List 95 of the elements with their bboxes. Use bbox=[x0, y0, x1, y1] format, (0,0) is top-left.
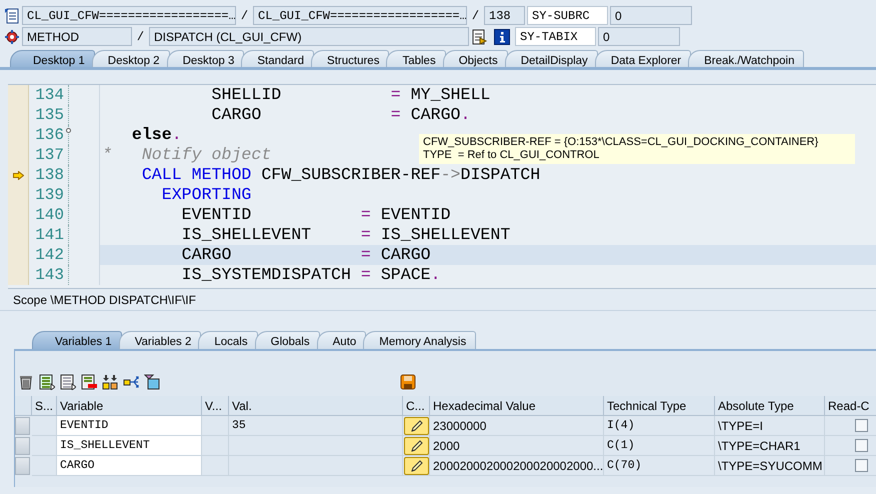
list-remove-icon[interactable] bbox=[81, 374, 97, 390]
tab[interactable]: Globals bbox=[254, 331, 320, 349]
split-arrow-icon[interactable] bbox=[123, 374, 139, 390]
column-header[interactable]: V... bbox=[202, 396, 229, 416]
code-line: CARGO = CARGO bbox=[180, 245, 431, 265]
pencil-icon bbox=[410, 459, 424, 473]
tab[interactable]: Tables bbox=[386, 50, 446, 67]
tab[interactable]: Locals bbox=[198, 331, 258, 349]
program-field: CL_GUI_CFW==================… bbox=[22, 6, 236, 25]
line-number: 139 bbox=[29, 185, 69, 205]
table-cell: \TYPE=SYUCOMM bbox=[715, 456, 825, 476]
table-cell: 35 bbox=[229, 416, 403, 436]
system-field-name: SY-SUBRC bbox=[527, 6, 608, 25]
table-cell: \TYPE=CHAR1 bbox=[715, 436, 825, 456]
table-cell: 23000000 bbox=[430, 416, 604, 436]
table-cell: I(4) bbox=[604, 416, 715, 436]
column-header[interactable]: C... bbox=[403, 396, 430, 416]
code-line: * Notify object bbox=[101, 145, 272, 165]
code-line: SHELLID = MY_SHELL bbox=[210, 85, 490, 105]
tab[interactable]: Variables 2 bbox=[118, 331, 202, 349]
read-only-checkbox[interactable] bbox=[855, 419, 868, 432]
code-line: IS_SHELLEVENT = IS_SHELLEVENT bbox=[180, 225, 510, 245]
gear-icon bbox=[4, 28, 20, 44]
value-tooltip: CFW_SUBSCRIBER-REF = {O:153*\CLASS=CL_GUI_DOCKING_CONTAINER} TYPE = Ref to CL_GUI_CONTROL bbox=[419, 134, 855, 164]
code-line: EXPORTING bbox=[160, 185, 252, 205]
code-line: CARGO = CARGO. bbox=[210, 105, 470, 125]
gutter-cell[interactable] bbox=[8, 85, 29, 105]
include-field: CL_GUI_CFW==================… bbox=[253, 6, 467, 25]
filter-box-icon[interactable] bbox=[144, 374, 160, 390]
column-header[interactable]: Technical Type bbox=[604, 396, 715, 416]
table-cell: C(1) bbox=[604, 436, 715, 456]
table-cell: 200020002000200020002000... bbox=[430, 456, 604, 476]
tab[interactable]: Memory Analysis bbox=[363, 331, 476, 349]
column-header[interactable]: Hexadecimal Value bbox=[430, 396, 604, 416]
tab[interactable]: Auto bbox=[316, 331, 366, 349]
scope-text: Scope \METHOD DISPATCH\IF\IF bbox=[13, 293, 196, 307]
column-header[interactable]: Absolute Type bbox=[715, 396, 825, 416]
read-only-checkbox[interactable] bbox=[855, 459, 868, 472]
read-only-checkbox[interactable] bbox=[855, 439, 868, 452]
save-icon[interactable] bbox=[400, 374, 416, 390]
tab[interactable]: Desktop 1 bbox=[10, 50, 95, 67]
pencil-icon bbox=[410, 419, 424, 433]
system-field-value: 0 bbox=[610, 6, 692, 25]
tab[interactable]: Standard bbox=[241, 50, 314, 67]
column-header[interactable]: S... bbox=[32, 396, 57, 416]
fold-marker-icon[interactable] bbox=[66, 128, 71, 133]
tab[interactable]: Break./Watchpoin bbox=[688, 50, 804, 67]
table-cell: IS_SHELLEVENT bbox=[57, 436, 202, 456]
list-arrow-icon[interactable] bbox=[472, 28, 488, 44]
tab[interactable]: Desktop 3 bbox=[166, 50, 244, 67]
line-number: 143 bbox=[29, 265, 69, 285]
line-number: 138 bbox=[29, 165, 69, 185]
line-number-field: 138 bbox=[484, 6, 525, 25]
info-icon[interactable] bbox=[494, 28, 510, 44]
arrows-down-icon[interactable] bbox=[102, 374, 118, 390]
table-cell: EVENTID bbox=[57, 416, 202, 436]
tab[interactable]: Variables 1 bbox=[32, 331, 122, 349]
table-cell: CARGO bbox=[57, 456, 202, 476]
line-number: 134 bbox=[29, 85, 69, 105]
table-cell bbox=[202, 416, 229, 436]
tab[interactable]: Objects bbox=[442, 50, 508, 67]
document-list-icon bbox=[4, 8, 20, 24]
line-number: 142 bbox=[29, 245, 69, 265]
code-line: CALL METHOD CFW_SUBSCRIBER-REF->DISPATCH bbox=[140, 165, 540, 185]
gutter-cell[interactable] bbox=[8, 265, 29, 285]
system-field-name: SY-TABIX bbox=[515, 27, 596, 46]
line-number: 137 bbox=[29, 145, 69, 165]
code-line: else. bbox=[130, 125, 182, 145]
table-cell: 2000 bbox=[430, 436, 604, 456]
column-header[interactable]: Read-C bbox=[825, 396, 876, 416]
table-cell bbox=[202, 436, 229, 456]
tab[interactable]: DetailDisplay bbox=[504, 50, 598, 67]
event-field: DISPATCH (CL_GUI_CFW) bbox=[149, 27, 469, 46]
separator-slash: / bbox=[240, 8, 250, 22]
table-cell: \TYPE=I bbox=[715, 416, 825, 436]
tab[interactable]: Desktop 2 bbox=[92, 50, 170, 67]
table-cell bbox=[202, 456, 229, 476]
line-number: 141 bbox=[29, 225, 69, 245]
separator-slash: / bbox=[470, 8, 480, 22]
list-icon[interactable] bbox=[39, 374, 55, 390]
event-type-field: METHOD bbox=[22, 27, 132, 46]
pencil-icon bbox=[410, 439, 424, 453]
column-header[interactable]: Variable bbox=[57, 396, 202, 416]
line-number: 140 bbox=[29, 205, 69, 225]
trash-icon[interactable] bbox=[18, 374, 34, 390]
column-header[interactable]: Val. bbox=[229, 396, 403, 416]
line-number: 135 bbox=[29, 105, 69, 125]
list-icon[interactable] bbox=[60, 374, 76, 390]
table-cell: C(70) bbox=[604, 456, 715, 476]
code-line: EVENTID = EVENTID bbox=[180, 205, 451, 225]
tab[interactable]: Data Explorer bbox=[594, 50, 692, 67]
tab[interactable]: Structures bbox=[311, 50, 390, 67]
separator-slash: / bbox=[136, 30, 146, 44]
code-line: IS_SYSTEMDISPATCH = SPACE. bbox=[180, 265, 441, 285]
system-field-value: 0 bbox=[598, 27, 680, 46]
